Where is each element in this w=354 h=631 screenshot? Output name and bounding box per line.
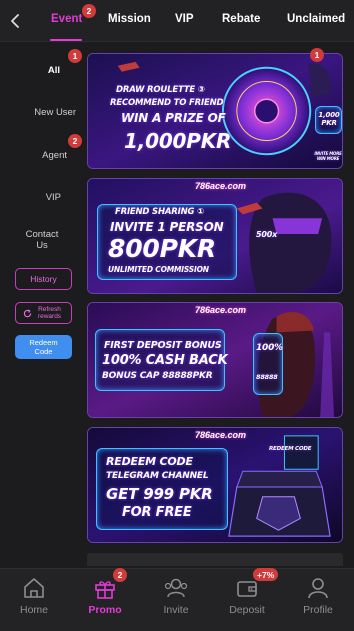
banner-4-line-4: FOR FREE	[122, 505, 192, 520]
refresh-icon	[23, 308, 31, 317]
category-sidebar: All 1 New User Agent 2 VIP Contact Us Hi…	[0, 43, 82, 568]
redeem-code-button[interactable]: Redeem Code	[15, 335, 72, 359]
nav-profile[interactable]: Profile	[288, 575, 348, 627]
tab-unclaimed[interactable]: Unclaimed	[287, 13, 345, 25]
banner-4-line-1: REDEEM CODE	[106, 455, 193, 468]
nav-promo-badge: 2	[113, 568, 127, 582]
banner-1-line-1: DRAW ROULETTE ③	[116, 85, 205, 95]
banner-3-line-3: BONUS CAP 88888PKR	[102, 371, 213, 381]
nav-invite-label: Invite	[163, 604, 189, 616]
redeem-code-label: Redeem Code	[29, 338, 58, 356]
nav-deposit[interactable]: Deposit	[217, 575, 277, 627]
nav-profile-label: Profile	[303, 604, 333, 616]
promo-screen: Event 2 Mission VIP Rebate Unclaimed All…	[0, 0, 354, 631]
refresh-rewards-button[interactable]: Refresh rewards	[15, 302, 72, 324]
banner-1-line-4: 1,000PKR	[124, 129, 232, 153]
chevron-left-icon	[11, 14, 19, 28]
tab-event[interactable]: Event	[51, 13, 82, 25]
profile-icon	[305, 575, 331, 601]
banner-2-multiplier: 500x	[256, 230, 278, 239]
banner-1-prize-text: 1,000 PKR	[318, 111, 340, 127]
banner-3-card-line-2: 88888	[256, 373, 278, 381]
refresh-rewards-label: Refresh rewards	[37, 306, 62, 320]
promo-banner-first-deposit[interactable]: 786ace.com FIRST DEPOSIT BONUS 100% CASH…	[87, 302, 343, 418]
sidebar-item-vip[interactable]: VIP	[0, 192, 82, 203]
banner-2-line-1: FRIEND SHARING ①	[115, 207, 205, 217]
nav-deposit-badge: +7%	[253, 568, 279, 581]
sidebar-item-agent[interactable]: Agent	[0, 150, 82, 161]
bottom-navigation: Home Promo 2 Invite Deposit +7% Profile	[0, 568, 354, 631]
nav-promo[interactable]: Promo	[75, 575, 135, 627]
home-icon	[21, 575, 47, 601]
banner-3-line-1: FIRST DEPOSIT BONUS	[104, 340, 222, 351]
back-button[interactable]	[6, 11, 24, 31]
sidebar-all-badge: 1	[68, 49, 82, 63]
banner-3-line-2: 100% CASH BACK	[102, 353, 228, 368]
banner-1-badge: 1	[310, 48, 324, 62]
nav-home[interactable]: Home	[4, 575, 64, 627]
nav-promo-label: Promo	[88, 604, 122, 616]
nav-invite[interactable]: Invite	[146, 575, 206, 627]
banner-1-line-3: WIN A PRIZE OF	[121, 111, 226, 125]
banner-3-brand: 786ace.com	[195, 305, 247, 315]
banner-3-card-line-1: 100%	[256, 343, 284, 353]
sidebar-item-all[interactable]: All	[0, 65, 82, 76]
tab-mission[interactable]: Mission	[108, 13, 151, 25]
sidebar-item-new-user[interactable]: New User	[0, 107, 82, 118]
top-tab-bar: Event 2 Mission VIP Rebate Unclaimed	[0, 0, 354, 42]
tab-rebate[interactable]: Rebate	[222, 13, 260, 25]
promo-banner-roulette[interactable]: DRAW ROULETTE ③ RECOMMEND TO FRIEND WIN …	[87, 53, 343, 169]
tab-vip[interactable]: VIP	[175, 13, 194, 25]
banner-1-line-2: RECOMMEND TO FRIEND	[110, 98, 224, 108]
invite-icon	[163, 575, 189, 601]
sidebar-item-contact-us[interactable]: Contact Us	[22, 229, 62, 251]
banner-4-brand: 786ace.com	[195, 430, 247, 440]
promo-banner-friend-sharing[interactable]: 786ace.com FRIEND SHARING ① INVITE 1 PER…	[87, 178, 343, 294]
promo-banner-redeem-code[interactable]: 786ace.com REDEEM CODE TELEGRAM CHANNEL …	[87, 427, 343, 543]
nav-home-label: Home	[19, 604, 48, 616]
banner-4-line-3: GET 999 PKR	[106, 485, 213, 503]
banner-1-side-note: INVITE MORE WIN MORE	[314, 151, 342, 161]
banner-4-line-2: TELEGRAM CHANNEL	[106, 471, 209, 481]
banner-2-line-3: 800PKR	[108, 234, 216, 263]
next-banner-peek	[87, 553, 343, 566]
banner-2-line-2: INVITE 1 PERSON	[110, 220, 224, 234]
banner-2-brand: 786ace.com	[195, 181, 247, 191]
banner-4-panel-title: REDEEM CODE	[269, 446, 312, 452]
sidebar-agent-badge: 2	[68, 134, 82, 148]
nav-deposit-label: Deposit	[229, 604, 265, 616]
tab-event-badge: 2	[82, 4, 96, 18]
tab-active-indicator	[50, 39, 82, 41]
history-button[interactable]: History	[15, 268, 72, 290]
banner-2-line-4: UNLIMITED COMMISSION	[108, 265, 209, 274]
